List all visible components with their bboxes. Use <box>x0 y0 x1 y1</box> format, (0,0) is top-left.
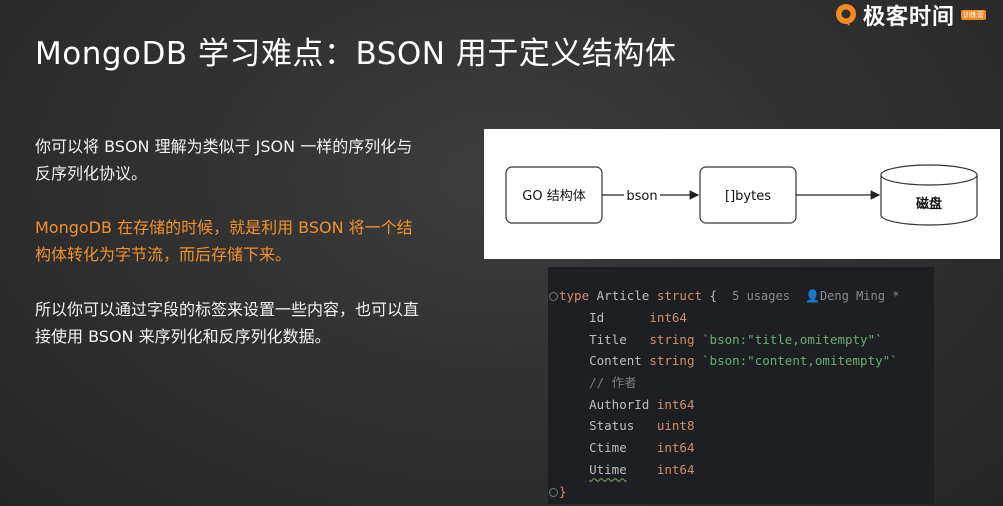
disk-label: 磁盘 <box>916 196 942 212</box>
brand-logo: 极客时间 训练营 <box>833 0 987 30</box>
code-line-field: Title string `bson:"title,omitempty"` <box>589 332 883 347</box>
slide-title: MongoDB 学习难点：BSON 用于定义结构体 <box>35 36 677 72</box>
editor-gutter <box>548 267 558 504</box>
geektime-logo-icon <box>836 4 856 26</box>
code-line-closing: } <box>559 484 567 499</box>
paragraph-intro: 你可以将 BSON 理解为类似于 JSON 一样的序列化与反序列化协议。 <box>35 137 413 183</box>
fold-start-icon[interactable] <box>549 292 558 301</box>
logo-text: 极客时间 <box>863 5 956 30</box>
code-line-field: Id int64 <box>589 310 687 325</box>
code-line-type: type Article struct { 5 usages 👤Deng Min… <box>559 288 900 303</box>
bytes-label: []bytes <box>725 189 771 204</box>
usages-hint[interactable]: 5 usages <box>732 289 790 303</box>
paragraph-usage: 所以你可以通过字段的标签来设置一些内容，也可以直接使用 BSON 来序列化和反序… <box>35 300 420 346</box>
author-icon: 👤 <box>805 289 820 303</box>
paragraph-highlight: MongoDB 在存储的时候，就是利用 BSON 将一个结构体转化为字节流，而后… <box>35 218 413 264</box>
serialization-diagram: GO 结构体 bson []bytes 磁盘 <box>484 129 1000 259</box>
code-line-field: Status uint8 <box>589 418 695 433</box>
go-struct-label: GO 结构体 <box>522 189 585 204</box>
bson-edge-label: bson <box>626 189 657 204</box>
logo-sub-badge: 训练营 <box>961 10 987 20</box>
code-line-field: Content string `bson:"content,omitempty"… <box>589 353 898 368</box>
fold-end-icon[interactable] <box>549 488 558 497</box>
author-hint[interactable]: Deng Ming * <box>820 289 899 303</box>
code-editor-snippet: type Article struct { 5 usages 👤Deng Min… <box>548 267 934 504</box>
code-line-field: AuthorId int64 <box>589 397 695 412</box>
code-line-comment: // 作者 <box>589 375 637 390</box>
code-line-field: Utime int64 <box>589 462 695 477</box>
code-line-field: Ctime int64 <box>589 440 695 455</box>
disk-cylinder <box>880 164 978 226</box>
